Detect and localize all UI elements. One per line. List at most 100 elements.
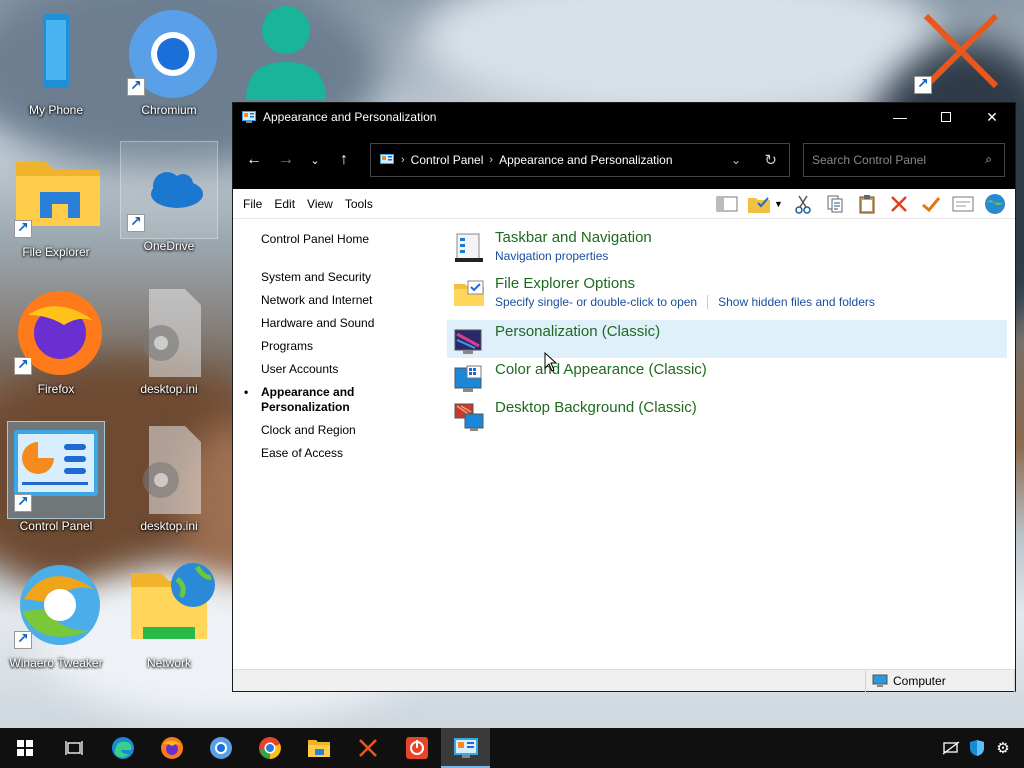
desktop-icon-label: Firefox — [37, 382, 75, 396]
apply-button[interactable] — [917, 192, 945, 216]
close-x-icon — [358, 739, 377, 757]
recent-locations-button[interactable]: ⌄ — [302, 144, 328, 176]
task-personalization-classic[interactable]: Personalization (Classic) — [447, 320, 1007, 358]
menu-tools[interactable]: Tools — [345, 197, 373, 211]
task-title[interactable]: File Explorer Options — [495, 274, 1007, 294]
desktop-icon-my-phone[interactable]: My Phone — [4, 6, 108, 117]
nav-ease-of-access[interactable]: Ease of Access — [261, 442, 441, 465]
paste-button[interactable] — [853, 192, 881, 216]
up-button[interactable]: ↑ — [328, 144, 360, 176]
copy-button[interactable] — [821, 192, 849, 216]
taskbar-file-explorer[interactable] — [294, 728, 343, 768]
refresh-icon[interactable]: ↻ — [764, 151, 777, 169]
search-input[interactable]: Search Control Panel — [812, 153, 926, 167]
firefox-icon — [8, 285, 104, 381]
desktop-icon-chromium[interactable]: Chromium — [117, 6, 221, 117]
address-dropdown-icon[interactable]: ⌄ — [731, 153, 741, 167]
nav-system-and-security[interactable]: System and Security — [261, 266, 441, 289]
system-tray: ⚙ — [938, 728, 1024, 768]
windows-logo-icon — [16, 740, 33, 756]
computer-icon — [872, 674, 888, 687]
personalization-icon — [454, 329, 482, 354]
shortcut-arrow-icon — [914, 75, 932, 94]
menu-view[interactable]: View — [307, 197, 333, 211]
nav-user-accounts[interactable]: User Accounts — [261, 358, 441, 381]
task-view-icon — [64, 741, 83, 755]
minimize-button[interactable]: — — [877, 103, 923, 131]
user-icon — [234, 0, 330, 100]
tray-network-button[interactable] — [938, 728, 964, 768]
close-button[interactable]: ✕ — [969, 103, 1015, 131]
taskbar-chrome[interactable] — [245, 728, 294, 768]
nav-hardware-and-sound[interactable]: Hardware and Sound — [261, 312, 441, 335]
navigation-pane-button[interactable] — [713, 192, 741, 216]
nav-programs[interactable]: Programs — [261, 335, 441, 358]
task-color-and-appearance-classic: Color and Appearance (Classic) — [447, 358, 1007, 396]
desktop-icon-winaero-tweaker[interactable]: Winaero Tweaker — [4, 559, 108, 670]
desktop-icon-onedrive[interactable]: OneDrive — [117, 141, 221, 253]
taskbar-shutdown-app[interactable] — [392, 728, 441, 768]
tray-settings-button[interactable]: ⚙ — [990, 728, 1016, 768]
breadcrumb-appearance[interactable]: Appearance and Personalization — [499, 153, 672, 167]
shortcut-arrow-icon — [14, 493, 32, 512]
desktop-icon-firefox[interactable]: Firefox — [4, 285, 108, 396]
shield-icon — [970, 740, 984, 756]
navigation-properties-link[interactable]: Navigation properties — [495, 248, 608, 264]
search-box[interactable]: Search Control Panel ⌕ — [803, 143, 1005, 177]
desktop-icon-file-explorer[interactable]: File Explorer — [4, 148, 108, 259]
control-panel-icon — [453, 738, 478, 758]
nav-network-and-internet[interactable]: Network and Internet — [261, 289, 441, 312]
cut-button[interactable] — [789, 192, 817, 216]
breadcrumb-control-panel[interactable]: Control Panel — [411, 153, 484, 167]
desktop-icon-desktop-ini-2[interactable]: desktop.ini — [117, 422, 221, 533]
left-navigation: Control Panel Home System and Security N… — [244, 232, 441, 465]
taskbar-edge[interactable] — [98, 728, 147, 768]
start-button[interactable] — [0, 728, 49, 768]
menu-edit[interactable]: Edit — [274, 197, 295, 211]
desktop-icon-winaero-x[interactable] — [904, 4, 1008, 100]
task-desktop-background-classic: Desktop Background (Classic) — [447, 396, 1007, 434]
chrome-icon — [258, 737, 281, 759]
properties-button[interactable] — [949, 192, 977, 216]
desktop-icon-label: Winaero Tweaker — [9, 656, 103, 670]
task-view-button[interactable] — [49, 728, 98, 768]
task-title[interactable]: Desktop Background (Classic) — [495, 398, 1007, 418]
desktop-icon-label: OneDrive — [143, 239, 195, 253]
desktop-icon-network[interactable]: Network — [117, 559, 221, 670]
taskbar-control-panel[interactable] — [441, 728, 490, 768]
back-button[interactable]: ← — [238, 144, 270, 176]
maximize-icon — [941, 112, 951, 122]
tray-security-button[interactable] — [964, 728, 990, 768]
desktop-icon-user[interactable] — [230, 0, 334, 100]
chromium-icon — [209, 737, 232, 759]
breadcrumb-separator-icon: › — [489, 154, 494, 166]
settings-file-icon — [121, 285, 217, 381]
task-title[interactable]: Personalization (Classic) — [495, 322, 1007, 342]
organize-button[interactable]: ▼ — [745, 192, 785, 216]
control-panel-home-link[interactable]: Control Panel Home — [261, 232, 441, 246]
chromium-icon — [121, 6, 217, 102]
title-bar[interactable]: Appearance and Personalization — ✕ — [233, 103, 1015, 131]
desktop-icon-label: My Phone — [28, 103, 84, 117]
globe-icon — [985, 194, 1005, 214]
nav-clock-and-region[interactable]: Clock and Region — [261, 419, 441, 442]
nav-appearance-and-personalization[interactable]: Appearance and Personalization — [244, 385, 371, 415]
task-title[interactable]: Taskbar and Navigation — [495, 228, 1007, 248]
taskbar-firefox[interactable] — [147, 728, 196, 768]
search-icon: ⌕ — [985, 152, 992, 166]
show-hidden-files-link[interactable]: Show hidden files and folders — [718, 294, 875, 310]
toolbar: ▼ — [713, 192, 1009, 216]
globe-button[interactable] — [981, 192, 1009, 216]
single-double-click-link[interactable]: Specify single- or double-click to open — [495, 294, 697, 310]
control-panel-icon — [7, 421, 105, 519]
taskbar-winaero[interactable] — [343, 728, 392, 768]
desktop-icon-control-panel[interactable]: Control Panel — [4, 421, 108, 533]
address-bar[interactable]: › Control Panel › Appearance and Persona… — [370, 143, 790, 177]
task-title[interactable]: Color and Appearance (Classic) — [495, 360, 1007, 380]
taskbar-chromium[interactable] — [196, 728, 245, 768]
maximize-button[interactable] — [923, 103, 969, 131]
desktop-icon-desktop-ini-1[interactable]: desktop.ini — [117, 285, 221, 396]
menu-file[interactable]: File — [243, 197, 262, 211]
delete-button[interactable] — [885, 192, 913, 216]
forward-button[interactable]: → — [270, 144, 302, 176]
